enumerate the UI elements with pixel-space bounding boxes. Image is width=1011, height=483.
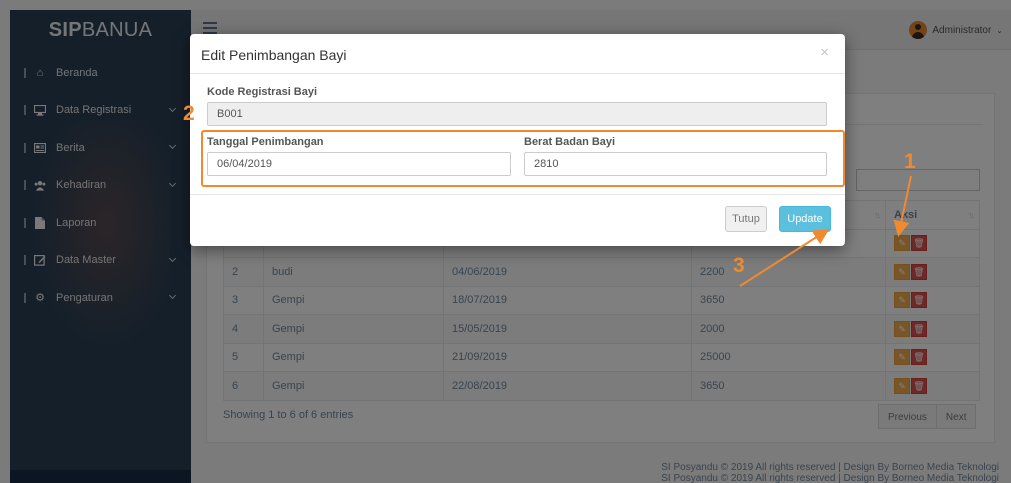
annotation-arrow-3 (739, 228, 830, 287)
annotation-arrows (739, 175, 912, 287)
annotation-arrow-1 (893, 175, 912, 237)
